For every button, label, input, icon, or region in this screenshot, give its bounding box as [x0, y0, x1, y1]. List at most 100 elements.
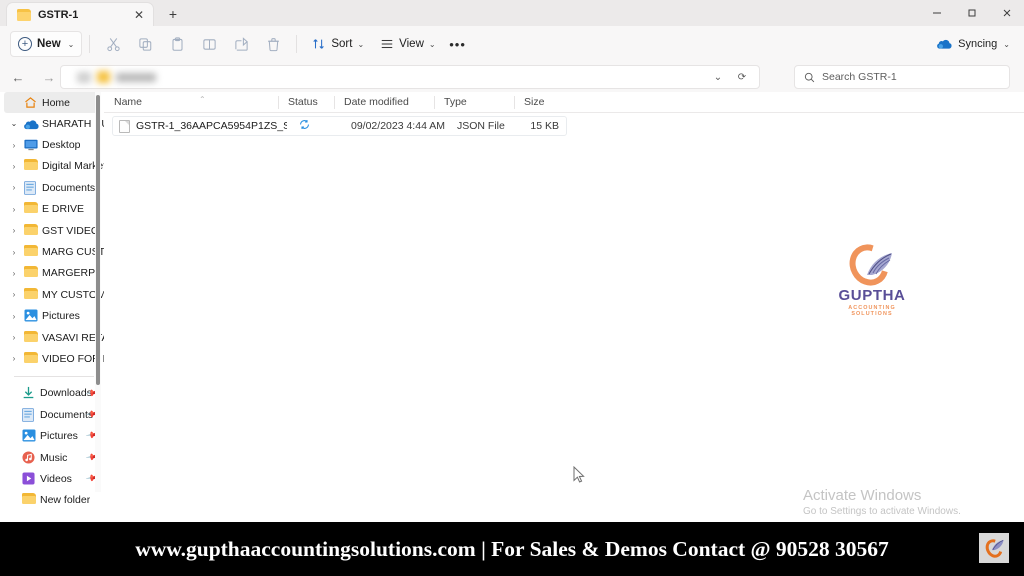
onedrive-syncing-status[interactable]: Syncing ⌄	[937, 26, 1010, 62]
sidebar-item-e-drive[interactable]: › E DRIVE	[0, 199, 104, 220]
column-header-type[interactable]: Type	[434, 92, 514, 113]
promo-banner: www.gupthaaccountingsolutions.com | For …	[0, 522, 1024, 576]
guptha-watermark-logo: GUPTHA ACCOUNTING SOLUTIONS	[834, 237, 910, 317]
breadcrumb[interactable]: ⌄ ⟳	[60, 65, 760, 89]
sidebar-item-margerp[interactable]: › MARGERP	[0, 263, 104, 284]
sidebar-item-label: E DRIVE	[42, 203, 85, 216]
file-type-cell: JSON File	[457, 120, 505, 132]
close-tab-icon[interactable]: ✕	[131, 7, 147, 23]
navigation-sidebar[interactable]: Home ⌄ SHARATH KUMA › Desktop ›Digital Mar…	[0, 92, 104, 522]
feather-icon	[867, 253, 892, 275]
sidebar-item-documents[interactable]: Documents 📌	[0, 404, 104, 425]
sidebar-item-label: Pictures	[42, 310, 80, 323]
paste-icon[interactable]	[161, 30, 193, 58]
command-bar: + New ⌄ Sort ⌄ View ⌄ ••• Syncing ⌄	[0, 26, 1024, 62]
maximize-button[interactable]	[954, 0, 989, 26]
sidebar-tree: › Desktop › Digital Market › Documents › E DRIV…	[0, 134, 104, 369]
download-icon	[22, 386, 36, 400]
sidebar-scrollbar-thumb[interactable]	[96, 95, 100, 385]
new-tab-button[interactable]: +	[160, 2, 186, 26]
file-explorer-window: GSTR-1 ✕ + + New ⌄ Sort ⌄ View ⌄ ••• Syn…	[0, 0, 1024, 576]
refresh-icon[interactable]: ⟳	[731, 67, 753, 87]
sidebar-item-pictures[interactable]: Pictures 📌	[0, 425, 104, 446]
sidebar-item-desktop[interactable]: › Desktop	[0, 134, 104, 155]
folder-icon	[24, 159, 38, 173]
clipboard-actions	[97, 30, 289, 58]
sidebar-item-vasavi-retail[interactable]: ›VASAVI RETAIL	[0, 327, 104, 348]
sidebar-item-gst-video[interactable]: › GST VIDEO	[0, 220, 104, 241]
chevron-right-icon[interactable]: ›	[8, 312, 20, 321]
chevron-down-icon: ⌄	[1003, 39, 1010, 49]
sidebar-item-label: Documents	[42, 181, 96, 194]
sidebar-item-pictures[interactable]: › Pictures	[0, 306, 104, 327]
chevron-right-icon[interactable]: ›	[8, 333, 20, 342]
sidebar-item-documents[interactable]: › Documents	[0, 177, 104, 198]
sidebar-item-marg-custom[interactable]: ›MARG CUSTOM	[0, 241, 104, 262]
sort-label: Sort	[331, 38, 353, 50]
file-date-cell: 09/02/2023 4:44 AM	[351, 120, 445, 132]
sidebar-item-label: GST VIDEO	[42, 224, 99, 237]
chevron-right-icon[interactable]: ›	[8, 269, 20, 278]
file-size-cell: 15 KB	[530, 120, 559, 132]
forward-button[interactable]: →	[36, 64, 62, 90]
sort-button[interactable]: Sort ⌄	[304, 30, 372, 58]
chevron-right-icon[interactable]: ›	[8, 162, 20, 171]
chevron-right-icon[interactable]: ›	[8, 248, 20, 257]
sidebar-item-video-for-ed[interactable]: ›VIDEO FOR ED	[0, 348, 104, 369]
cloud-icon	[24, 117, 39, 131]
view-button[interactable]: View ⌄	[372, 30, 443, 58]
column-header-size[interactable]: Size	[514, 92, 570, 113]
guptha-logo-mark	[834, 237, 910, 293]
chevron-right-icon[interactable]: ›	[8, 141, 20, 150]
tab-gstr-1[interactable]: GSTR-1 ✕	[6, 2, 154, 26]
sort-ascending-icon: ⌃	[199, 94, 206, 104]
title-bar: GSTR-1 ✕ +	[0, 0, 1024, 26]
share-icon[interactable]	[225, 30, 257, 58]
sidebar-item-onedrive[interactable]: ⌄ SHARATH KUMA	[0, 113, 104, 134]
sidebar-item-new-folder[interactable]: New folder	[0, 490, 104, 511]
minimize-button[interactable]	[919, 0, 954, 26]
chevron-down-icon[interactable]: ⌄	[8, 119, 20, 128]
desktop-icon	[24, 138, 38, 152]
column-label: Date modified	[344, 96, 409, 108]
column-header-name[interactable]: Name ⌃	[104, 92, 278, 113]
sidebar-item-videos[interactable]: Videos 📌	[0, 468, 104, 489]
back-button[interactable]: ←	[5, 64, 31, 90]
chevron-down-icon[interactable]: ⌄	[707, 67, 729, 87]
file-name: GSTR-1_36AAPCA5954P1ZS_September_...	[136, 120, 287, 132]
sort-icon	[313, 39, 325, 49]
folder-icon	[17, 8, 31, 21]
copy-icon[interactable]	[129, 30, 161, 58]
more-options-button[interactable]: •••	[444, 30, 472, 58]
delete-icon[interactable]	[257, 30, 289, 58]
file-status-cell	[287, 116, 343, 136]
chevron-right-icon[interactable]: ›	[8, 205, 20, 214]
sidebar-item-label: Pictures	[40, 430, 78, 443]
tab-title: GSTR-1	[38, 8, 79, 21]
new-button[interactable]: + New ⌄	[10, 31, 83, 57]
chevron-right-icon[interactable]: ›	[8, 226, 20, 235]
rename-icon[interactable]	[193, 30, 225, 58]
activate-windows-watermark: Activate Windows Go to Settings to activ…	[803, 487, 961, 519]
sidebar-divider	[14, 375, 94, 377]
sidebar-item-my-customer[interactable]: ›MY CUSTOMER	[0, 284, 104, 305]
chevron-right-icon[interactable]: ›	[8, 290, 20, 299]
chevron-right-icon[interactable]: ›	[8, 183, 20, 192]
chevron-right-icon[interactable]: ›	[8, 354, 20, 363]
sidebar-item-music[interactable]: Music 📌	[0, 447, 104, 468]
close-button[interactable]	[989, 0, 1024, 26]
music-icon	[22, 451, 36, 465]
sidebar-item-downloads[interactable]: Downloads 📌	[0, 383, 104, 404]
search-input[interactable]: Search GSTR-1	[794, 65, 1010, 89]
sidebar-item-home[interactable]: Home	[4, 92, 100, 113]
folder-icon	[24, 330, 38, 345]
toolbar-divider	[89, 35, 91, 53]
column-header-status[interactable]: Status	[278, 92, 334, 113]
search-placeholder: Search GSTR-1	[822, 71, 897, 83]
guptha-banner-logo	[979, 533, 1009, 563]
cut-icon[interactable]	[97, 30, 129, 58]
table-row[interactable]: GSTR-1_36AAPCA5954P1ZS_September_... 09/…	[112, 116, 567, 136]
sidebar-item-label: Videos	[40, 472, 72, 485]
column-header-date-modified[interactable]: Date modified	[334, 92, 434, 113]
sidebar-item-digital-market[interactable]: › Digital Market	[0, 156, 104, 177]
